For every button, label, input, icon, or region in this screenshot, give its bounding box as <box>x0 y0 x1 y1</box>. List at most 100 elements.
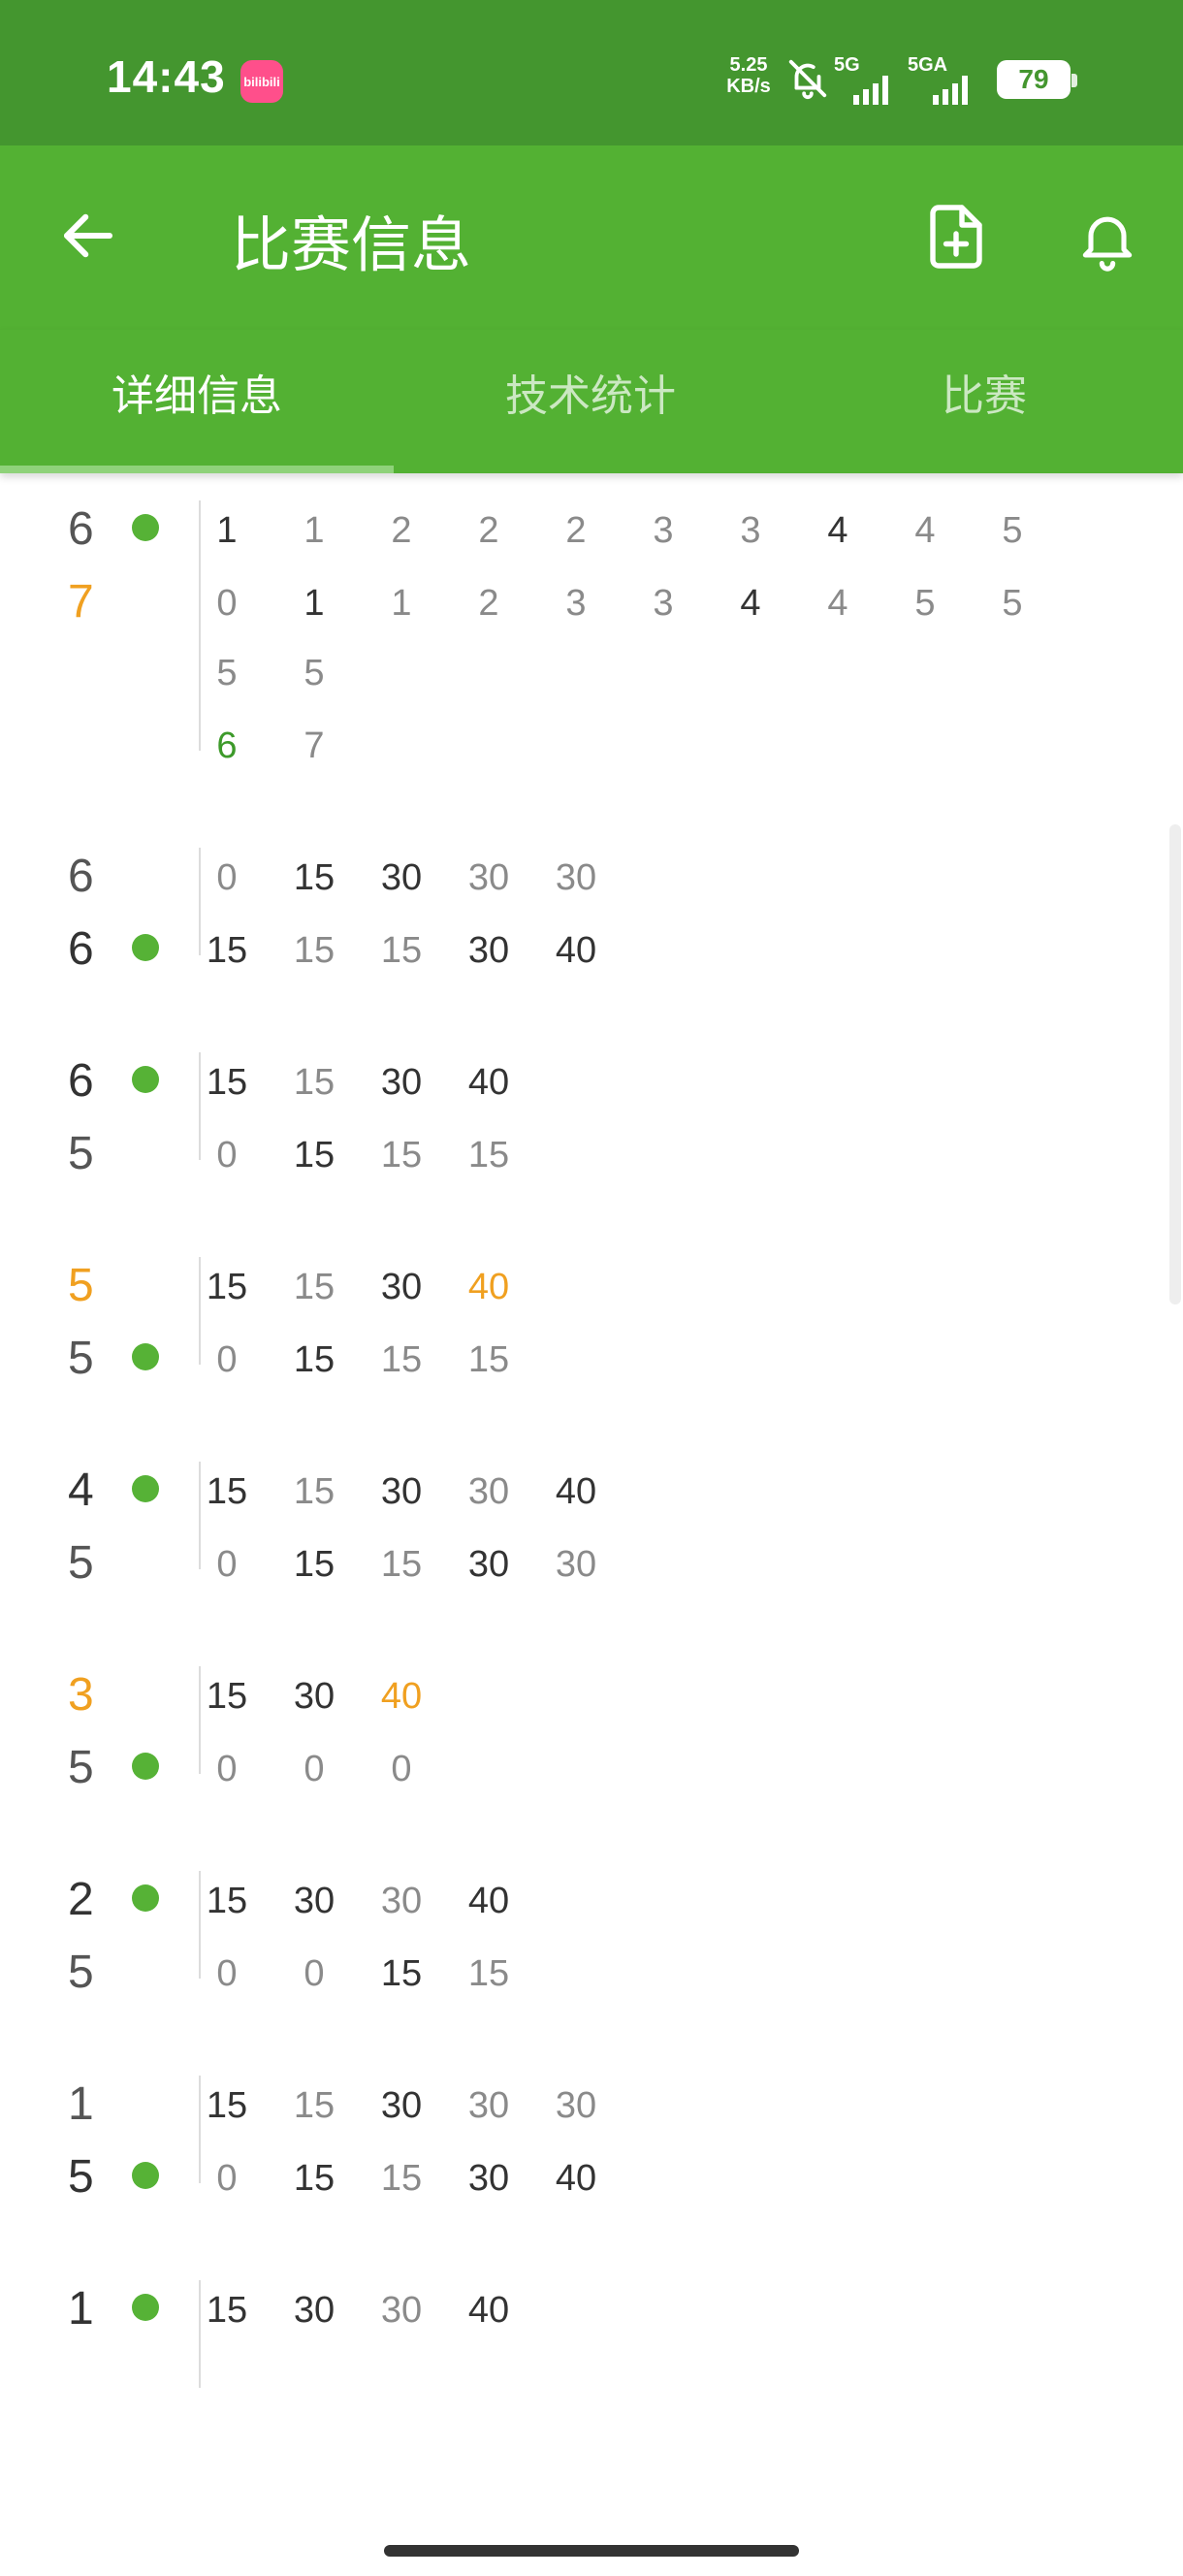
point-score-bottom: 15 <box>293 1339 336 1380</box>
point-score-top: 0 <box>216 857 238 898</box>
signal-5g: 5G <box>834 54 896 105</box>
point-score-top: 30 <box>467 2085 510 2126</box>
point-score-top: 5 <box>1002 510 1023 551</box>
point-score-top: 15 <box>293 1062 336 1103</box>
network-speed-value: 5.25 <box>729 54 768 76</box>
page-title: 比赛信息 <box>231 212 472 279</box>
point-score-bottom: 15 <box>380 1339 423 1380</box>
game-row[interactable]: 6 5 15 15 30 40 0 15 15 15 <box>0 1052 1183 1189</box>
tab-bar: 详细信息 技术统计 比赛 <box>0 330 1183 473</box>
serve-indicator-dot <box>132 1884 159 1912</box>
point-score-top: 30 <box>380 1881 423 1921</box>
point-score-top: 15 <box>206 1471 248 1512</box>
game-score-bottom: 5 <box>68 1128 94 1179</box>
point-score-bottom: 0 <box>216 1749 238 1789</box>
point-score-top: 1 <box>304 510 325 551</box>
point-score-top: 40 <box>467 1267 510 1307</box>
status-time: 14:43 <box>107 51 226 102</box>
signal-5g-label: 5G <box>834 54 860 76</box>
game-score-top: 1 <box>68 2283 94 2334</box>
back-arrow-icon[interactable] <box>56 204 120 268</box>
game-row[interactable]: 2 5 15 30 30 40 0 0 15 15 <box>0 1871 1183 2008</box>
serve-indicator-dot <box>132 1475 159 1502</box>
point-score-top: 15 <box>206 1267 248 1307</box>
bilibili-app-icon: bilibili <box>240 60 283 103</box>
document-add-icon[interactable] <box>921 200 991 274</box>
point-score-top: 40 <box>380 1676 423 1717</box>
point-score-bottom: 0 <box>216 1339 238 1380</box>
point-by-point-list[interactable]: 6 7 1 1 2 2 2 3 3 4 4 5 0 1 1 2 3 3 4 4 5 5 5 5 6 7 6 6 0 15 30 30 30 15 1… <box>0 473 1183 2549</box>
point-score-bottom: 15 <box>380 930 423 971</box>
point-score-bottom: 3 <box>565 583 587 624</box>
point-score-bottom: 15 <box>380 1135 423 1175</box>
scrollbar[interactable] <box>1169 824 1181 1304</box>
point-score-top: 4 <box>827 510 848 551</box>
game-score-top: 6 <box>68 851 94 902</box>
point-score-bottom: 1 <box>391 583 412 624</box>
serve-indicator-dot <box>132 934 159 961</box>
signal-5ga: 5GA <box>908 54 985 105</box>
active-tab-indicator <box>0 466 394 473</box>
point-score-bottom: 15 <box>467 1953 510 1994</box>
point-score-top: 15 <box>293 1267 336 1307</box>
point-score-bottom: 0 <box>216 1135 238 1175</box>
point-score-top: 30 <box>467 857 510 898</box>
network-speed: 5.25 KB/s <box>719 54 778 97</box>
game-row[interactable]: 6 6 0 15 30 30 30 15 15 15 30 40 <box>0 848 1183 984</box>
point-score-top: 30 <box>380 1267 423 1307</box>
point-score-top: 30 <box>380 1471 423 1512</box>
point-score-top: 40 <box>467 1881 510 1921</box>
point-score-top: 1 <box>216 510 238 551</box>
point-score-top: 30 <box>380 2085 423 2126</box>
point-score-bottom: 7 <box>304 725 325 766</box>
point-score-top: 40 <box>555 1471 597 1512</box>
bell-muted-icon <box>788 59 827 100</box>
point-score-bottom: 5 <box>914 583 936 624</box>
tab-details[interactable]: 详细信息 <box>0 361 394 423</box>
serve-indicator-dot <box>132 1753 159 1780</box>
game-score-bottom: 5 <box>68 1333 94 1384</box>
point-score-top: 40 <box>467 1062 510 1103</box>
point-score-top: 2 <box>565 510 587 551</box>
point-score-top: 2 <box>391 510 412 551</box>
point-score-bottom: 30 <box>467 1544 510 1585</box>
point-score-bottom: 30 <box>467 930 510 971</box>
game-row[interactable]: 5 5 15 15 30 40 0 15 15 15 <box>0 1257 1183 1394</box>
signal-bars-icon <box>933 76 968 105</box>
point-score-top: 5 <box>216 653 238 693</box>
game-row[interactable]: 1 15 30 30 40 <box>0 2280 1183 2417</box>
point-score-bottom: 40 <box>555 2158 597 2199</box>
point-score-bottom: 5 <box>1002 583 1023 624</box>
game-score-top: 3 <box>68 1669 94 1721</box>
point-score-top: 15 <box>293 857 336 898</box>
point-score-top: 15 <box>293 1471 336 1512</box>
point-score-bottom: 15 <box>293 1135 336 1175</box>
point-score-bottom: 0 <box>216 1544 238 1585</box>
bell-icon[interactable] <box>1074 202 1140 275</box>
point-score-bottom: 0 <box>304 1953 325 1994</box>
tab-stats[interactable]: 技术统计 <box>394 361 787 423</box>
point-score-bottom: 30 <box>555 1544 597 1585</box>
point-score-bottom: 15 <box>380 1544 423 1585</box>
serve-indicator-dot <box>132 1066 159 1093</box>
game-score-bottom: 5 <box>68 2151 94 2203</box>
home-indicator[interactable] <box>384 2545 799 2557</box>
point-score-top: 30 <box>293 1881 336 1921</box>
game-score-bottom: 5 <box>68 1537 94 1589</box>
point-score-top: 40 <box>467 2290 510 2331</box>
tab-match[interactable]: 比赛 <box>787 361 1181 423</box>
point-score-top: 30 <box>380 2290 423 2331</box>
game-row[interactable]: 6 7 1 1 2 2 2 3 3 4 4 5 0 1 1 2 3 3 4 4 5 5 5 5 6 7 <box>0 500 1183 780</box>
point-score-bottom: 0 <box>391 1749 412 1789</box>
game-score-top: 4 <box>68 1465 94 1516</box>
network-speed-unit: KB/s <box>726 76 771 97</box>
point-score-bottom: 0 <box>216 583 238 624</box>
game-score-top: 1 <box>68 2078 94 2130</box>
point-score-bottom: 15 <box>380 2158 423 2199</box>
game-row[interactable]: 1 5 15 15 30 30 30 0 15 15 30 40 <box>0 2076 1183 2212</box>
game-row[interactable]: 3 5 15 30 40 0 0 0 <box>0 1666 1183 1803</box>
game-score-bottom: 5 <box>68 1947 94 1998</box>
game-row[interactable]: 4 5 15 15 30 30 40 0 15 15 30 30 <box>0 1462 1183 1598</box>
point-score-top: 4 <box>914 510 936 551</box>
point-score-bottom: 6 <box>216 725 238 766</box>
